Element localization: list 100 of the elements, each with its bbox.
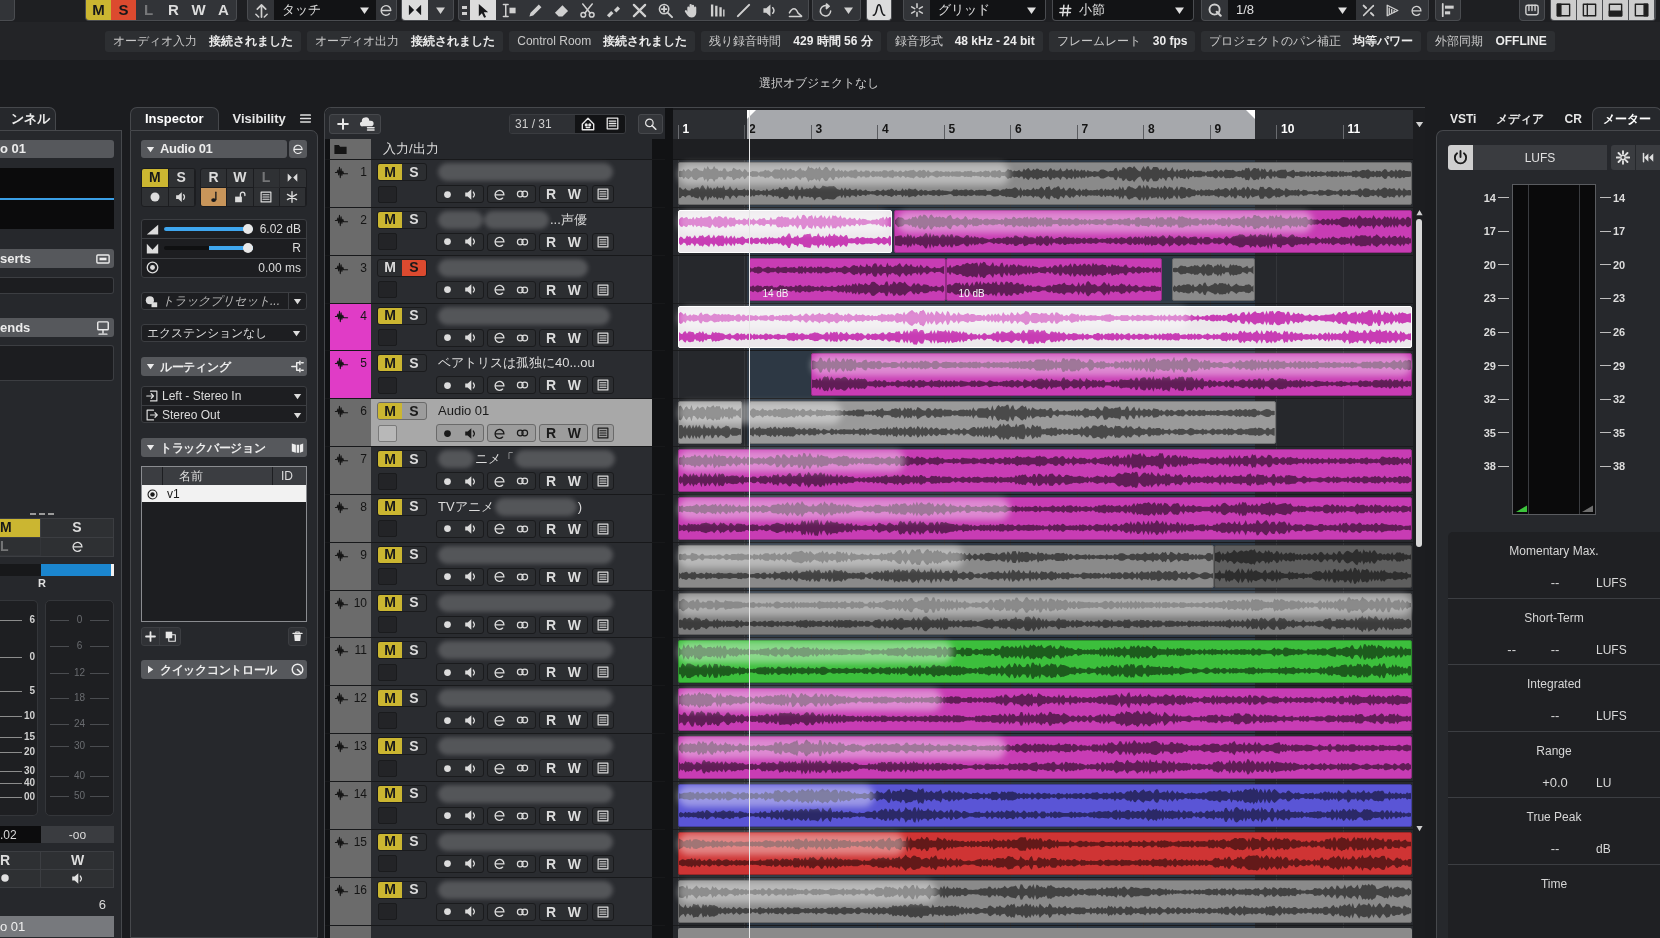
pan-slider[interactable] — [164, 243, 253, 254]
track-row[interactable]: M S R W — [371, 734, 652, 781]
read-button[interactable]: R — [545, 712, 557, 729]
read-button[interactable]: R — [0, 852, 41, 870]
edit-icon[interactable] — [379, 3, 393, 17]
record-icon[interactable] — [443, 333, 452, 343]
grid-dropdown[interactable]: 小節 — [1052, 0, 1194, 21]
solo-button[interactable]: S — [402, 738, 426, 755]
triangle-icon[interactable] — [1385, 3, 1399, 17]
timeline-ruler[interactable]: 1 2 3 4 5 6 7 8 9 10 11 — [673, 110, 1413, 139]
track-row[interactable]: M S R W — [371, 303, 652, 351]
track-name[interactable]: ) — [577, 498, 582, 515]
speaker-icon[interactable] — [464, 857, 477, 871]
write-button[interactable]: W — [567, 616, 582, 633]
track-name[interactable]: TVアニメ — [438, 498, 494, 515]
speaker-icon[interactable] — [464, 187, 477, 201]
star-icon[interactable] — [910, 3, 924, 17]
mute-button[interactable]: M — [378, 164, 402, 180]
record-icon[interactable] — [443, 237, 452, 247]
write-button[interactable]: W — [567, 281, 582, 298]
write-button[interactable]: W — [567, 377, 582, 394]
write-button[interactable]: W — [567, 855, 582, 872]
tab[interactable]: メディア — [1486, 107, 1555, 130]
edit-icon[interactable] — [492, 713, 506, 727]
read-button[interactable]: R — [545, 760, 557, 777]
record-icon[interactable] — [443, 380, 452, 390]
toggle-button[interactable]: M — [0, 519, 41, 538]
edit-icon[interactable] — [492, 857, 506, 871]
column-header[interactable]: ID — [273, 467, 306, 485]
read-button[interactable]: R — [545, 377, 557, 394]
edit-icon[interactable] — [492, 522, 506, 536]
read-button[interactable]: R — [545, 664, 557, 681]
solo-button[interactable]: S — [402, 259, 426, 276]
bowtie-icon[interactable] — [287, 172, 299, 184]
read-button[interactable]: R — [545, 807, 557, 824]
channel-tab[interactable]: ンネル — [0, 107, 56, 130]
version-row[interactable]: v1 — [142, 485, 306, 502]
speaker-icon[interactable] — [464, 235, 477, 249]
speaker-icon[interactable] — [464, 378, 477, 392]
solo-button[interactable]: S — [402, 403, 426, 420]
audio-clip[interactable]: 14 dB — [749, 257, 946, 301]
audio-clip[interactable]: 10 dB — [945, 257, 1162, 301]
record-icon[interactable] — [443, 189, 452, 199]
tab[interactable]: CR — [1554, 107, 1592, 130]
write-button[interactable]: W — [567, 807, 582, 824]
write-button[interactable]: W — [567, 760, 582, 777]
speaker-icon[interactable] — [71, 871, 84, 885]
edit-icon[interactable] — [492, 809, 506, 823]
write-button[interactable]: W — [567, 712, 582, 729]
solo-button[interactable]: S — [111, 0, 136, 20]
curve-icon[interactable] — [866, 0, 892, 21]
pan-slider[interactable] — [0, 564, 114, 576]
duplicate-icon[interactable] — [164, 631, 176, 642]
solo-button[interactable]: S — [402, 355, 426, 372]
track-row[interactable]: M S ...声優 R W — [371, 207, 652, 255]
speaker-icon[interactable] — [464, 331, 477, 345]
grip-icon[interactable] — [462, 5, 467, 15]
plus-icon[interactable] — [145, 631, 156, 642]
audio-clip[interactable] — [677, 544, 1215, 588]
speaker-icon[interactable] — [464, 665, 477, 679]
solo-button[interactable]: S — [402, 642, 426, 659]
automation-mode-dropdown[interactable]: タッチ — [274, 0, 376, 20]
edit-icon[interactable] — [492, 905, 506, 919]
audio-clip[interactable] — [677, 162, 1413, 205]
solo-button[interactable]: S — [402, 785, 426, 802]
channel-name-bar[interactable]: o 01 — [0, 140, 114, 158]
mute-button[interactable]: M — [378, 307, 402, 324]
read-button[interactable]: R — [545, 616, 557, 633]
edit-icon[interactable] — [492, 761, 506, 775]
toggle-button[interactable]: M — [142, 169, 169, 188]
mute-button[interactable]: M — [378, 833, 402, 850]
mute-button[interactable]: M — [378, 211, 402, 228]
record-icon[interactable] — [443, 524, 452, 534]
solo-button[interactable]: S — [402, 546, 426, 563]
record-icon[interactable] — [443, 811, 452, 821]
record-icon[interactable] — [443, 859, 452, 869]
write-button[interactable]: W — [567, 664, 582, 681]
track-row[interactable]: M S R W — [371, 829, 652, 877]
read-button[interactable]: R — [545, 855, 557, 872]
caret-down-icon[interactable] — [435, 4, 446, 16]
mute-button[interactable]: M — [378, 403, 402, 420]
caret-down-icon[interactable] — [843, 4, 854, 16]
solo-button[interactable]: S — [402, 451, 426, 468]
list-icon[interactable] — [597, 427, 609, 440]
input-routing-dropdown[interactable]: Left - Stereo In — [142, 387, 306, 406]
layout-toggle-button[interactable] — [1551, 0, 1577, 20]
record-icon[interactable] — [443, 715, 452, 725]
solo-button[interactable]: S — [402, 211, 426, 228]
solo-button[interactable]: S — [402, 307, 426, 324]
write-button[interactable]: W — [567, 568, 582, 585]
speaker-icon[interactable] — [464, 283, 477, 297]
extension-dropdown[interactable]: エクステンションなし — [141, 324, 307, 342]
mute-button[interactable]: M — [378, 642, 402, 659]
write-button[interactable]: W — [567, 329, 582, 346]
speaker-icon[interactable] — [464, 426, 477, 440]
edit-icon[interactable] — [492, 570, 506, 584]
speaker-icon[interactable] — [464, 905, 477, 919]
audio-clip[interactable] — [1172, 257, 1255, 301]
record-icon[interactable] — [0, 873, 10, 884]
cloud-icon[interactable] — [360, 116, 375, 131]
